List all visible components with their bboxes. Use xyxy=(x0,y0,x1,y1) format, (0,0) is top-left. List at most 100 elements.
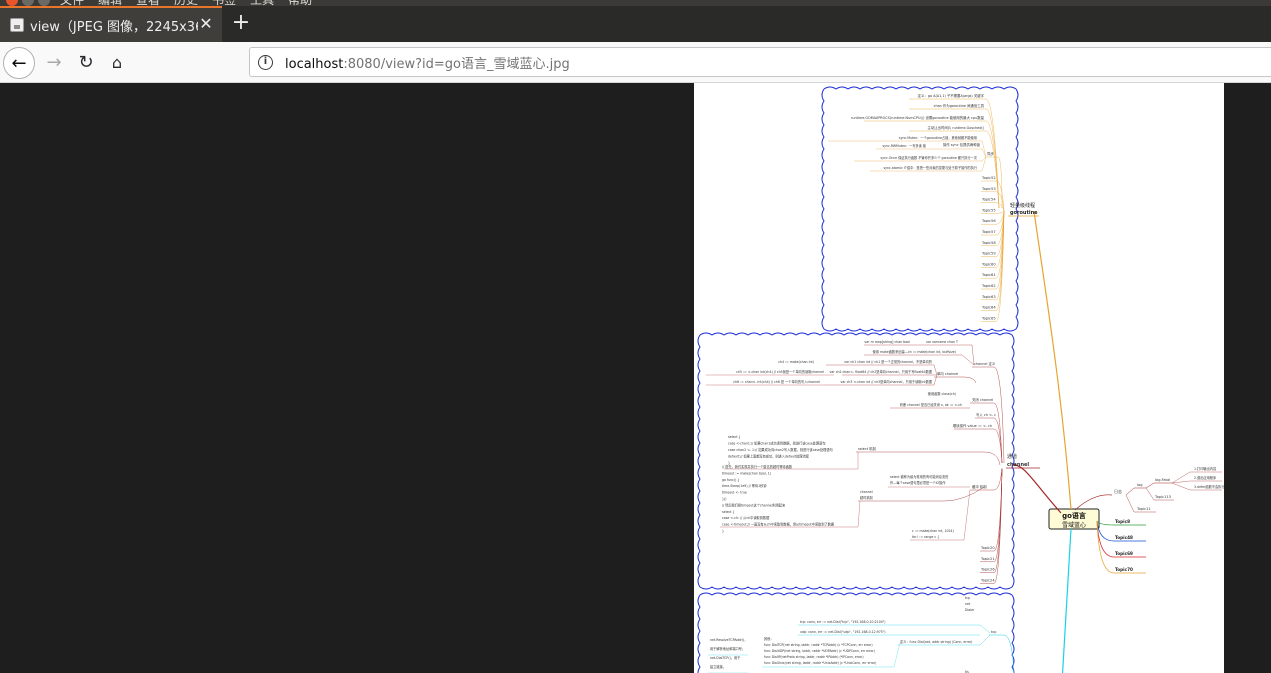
channel-select-code: default:// 如果上面都没有成功，则进入default处理流程 xyxy=(728,454,810,459)
goroutine-sync-item: sync.Once 保证执行函数 不管你开多少个 goroutine 都只执行一… xyxy=(881,155,978,160)
goroutine-sync-pkg: 操作 sync 包提供两种锁 xyxy=(943,142,981,147)
channel-timeout-code: time.Sleep(1e9) // 等待1秒钟 xyxy=(722,483,767,488)
image-favicon-icon xyxy=(10,18,24,32)
channel-read-line xyxy=(954,428,1003,464)
goroutine-topic: Topic57 xyxy=(981,230,996,234)
goroutine-label: 轻量级线程 xyxy=(1010,202,1035,209)
log-fatal-item-line xyxy=(1171,480,1222,484)
goroutine-topic: Topic62 xyxy=(981,284,996,288)
reload-icon: ↻ xyxy=(78,52,94,73)
channel-oneway-item: var ch2 chan<- float64 // ch2是单向channel，… xyxy=(830,369,933,374)
mindmap-image[interactable]: go语言 雪域蓝心 轻量级线程 goroutine 定义：go A(A1,1) 子不需要… xyxy=(694,83,1224,673)
channel-buffer-text: 作—每个case语句里必须是一个IO操作 xyxy=(890,480,946,485)
channel-close-item: 判断 channel 是否已经关闭 x, ok := <-ch xyxy=(900,402,962,407)
channel-range: c := make(chan int, 1024) xyxy=(912,529,954,533)
image-viewer: go语言 雪域蓝心 轻量级线程 goroutine 定义：go A(A1,1) 子不需要… xyxy=(0,83,1271,673)
channel-timeout-line xyxy=(858,486,985,502)
channel-timeout-code: case <-ch: // 从ch中读取到数据 xyxy=(722,515,770,520)
net-top-label: tcp xyxy=(965,596,970,600)
channel-timeout-code: } xyxy=(722,529,724,533)
forward-button[interactable]: → xyxy=(42,51,66,75)
channel-read: 顺读操作 value := <- ch xyxy=(953,423,992,428)
channel-close-line xyxy=(970,402,1003,464)
info-icon[interactable]: i xyxy=(258,54,273,70)
goroutine-sync-item: sync.RWMutex：一写多读 锁 xyxy=(882,143,926,148)
goroutine-item: 主动让出时间片 runtime.Gosched() xyxy=(927,125,984,130)
channel-oneway-item: var ch3 <-chan int // ch3是单向channel，只用于读… xyxy=(840,379,932,384)
reload-button[interactable]: ↻ xyxy=(74,51,98,75)
channel-select-code: case <-chan1:// 如果chan1成功读到数据，则进行该case处理… xyxy=(728,441,825,446)
goroutine-topic: Topic55 xyxy=(981,208,996,212)
url-path: :8080/view?id=go语言_雪域蓝心.jpg xyxy=(343,56,570,72)
url-text[interactable]: localhost:8080/view?id=go语言_雪域蓝心.jpg xyxy=(285,53,570,72)
channel-write: 写入 ch <- c xyxy=(976,412,996,417)
right-topic: Topic48 xyxy=(1115,535,1133,540)
net-item: udp: conn, err := net.Dial("udp", "192.1… xyxy=(800,630,886,634)
channel-topic: Topic24 xyxy=(980,578,995,582)
channel-topic: Topic21 xyxy=(980,557,995,561)
net-top-label: Dialer xyxy=(965,608,975,612)
channel-timeout-code: // 首先，我们实现并执行一个匿名的超时等待函数 xyxy=(722,464,793,469)
log-sub-line xyxy=(1125,487,1146,496)
channel-trunk xyxy=(1011,464,1062,514)
channel-select-code: case chan2 <- 1:// 如果成功向chan2写入数据，则进行该ca… xyxy=(728,447,833,452)
goroutine-label-en: goroutine xyxy=(1010,210,1038,216)
goroutine-sync-label: 同步 xyxy=(987,151,994,156)
goroutine-topic: Topic60 xyxy=(981,262,996,266)
right-topic: Topic69 xyxy=(1115,551,1133,556)
net-func-item: func DialTCP(net string, laddr, raddr *T… xyxy=(764,643,873,647)
home-icon: ⌂ xyxy=(111,53,123,72)
channel-label-en: channel xyxy=(1007,462,1029,468)
url-bar[interactable]: i localhost:8080/view?id=go语言_雪域蓝心.jpg xyxy=(249,47,1271,77)
channel-range: for i := range c { xyxy=(912,535,939,539)
goroutine-sync-item: sync.Mutex：一个goroutine占锁，其他就都不能使用 xyxy=(899,135,977,140)
log-sub-label: log xyxy=(1137,483,1142,487)
net-top-label: net xyxy=(965,602,971,606)
channel-oneway-item: var ch1 chan int // ch1 是一个正常的channel，不是… xyxy=(844,359,932,364)
goroutine-sync-item: sync.atomic 介绍中：是把一些对象的变更与处于原子操作的执行 xyxy=(883,165,977,170)
tab-strip: view（JPEG 图像，2245x3688 ✕ + xyxy=(0,6,1271,42)
channel-timeout-code: timeout := make(chan bool, 1) xyxy=(722,471,771,475)
channel-buffer-text: select 被称为最为常用的有可能消息流的 xyxy=(890,474,948,479)
navigation-bar: ← → ↻ ⌂ i localhost:8080/view?id=go语言_雪域… xyxy=(0,42,1271,83)
net-func-item: func DialIP(netProto string, laddr, radd… xyxy=(764,655,864,659)
net-label: tcp xyxy=(991,630,996,634)
channel-buffer-label: 缓冲 机制 xyxy=(972,484,987,489)
close-icon[interactable]: ✕ xyxy=(198,16,214,32)
log-fatal-item: 1.打印输出内容 xyxy=(1194,466,1217,471)
channel-define-item: var varname chan T xyxy=(926,340,958,344)
channel-topic-line xyxy=(980,468,1003,552)
channel-close-item: 使用函数 close(ch) xyxy=(928,391,956,396)
log-label: 日志 xyxy=(1114,488,1122,494)
arrow-right-icon: → xyxy=(46,52,62,73)
root-title: go语言 xyxy=(1062,511,1086,520)
channel-define-item: var m map[string] chan bool xyxy=(864,340,910,344)
channel-timeout-code: go func() { xyxy=(722,478,739,482)
home-button[interactable]: ⌂ xyxy=(105,51,129,75)
log-topic11: Topic11 xyxy=(1136,507,1151,511)
right-topic: Topic8 xyxy=(1115,519,1130,524)
tab-view-image[interactable]: view（JPEG 图像，2245x3688 ✕ xyxy=(0,6,222,42)
channel-timeout-code: }() xyxy=(722,497,727,501)
log-fatal-item: 3.defer函数不会执行 xyxy=(1194,484,1224,489)
net-funcs-label: 其他： xyxy=(764,636,774,641)
net-left-item: 用于解析地址和端口号； xyxy=(710,646,745,651)
goroutine-item: 定义：go A(A1,1) 子不需要A(args) 关键字 xyxy=(918,93,985,98)
channel-timeout-code: // 然后我们把timeout这个channel利用起来 xyxy=(722,502,786,507)
url-host: localhost xyxy=(285,56,344,72)
channel-label: 通道 xyxy=(1007,453,1017,460)
channel-topic: Topic26 xyxy=(980,568,995,572)
channel-oneway-line xyxy=(934,376,977,384)
back-button[interactable]: ← xyxy=(3,47,35,79)
log-fatal-label: log.Fatal xyxy=(1155,478,1170,482)
log-fatal-line xyxy=(1145,482,1172,489)
arrow-left-icon: ← xyxy=(11,52,27,74)
channel-select-label: select 机制 xyxy=(858,446,877,451)
net-item: tcp: conn, err := net.Dial("tcp", "192.1… xyxy=(800,620,885,624)
channel-timeout-code: case <-timeout:// 一直没有从ch中读取到数据，但从timeou… xyxy=(722,522,835,527)
net-label-line xyxy=(989,634,1015,673)
channel-select-line xyxy=(856,451,1001,466)
plus-icon[interactable]: + xyxy=(230,12,252,34)
channel-oneway-left: ch5 := <-chan int(ch4) // ch5就是一个单向的读取ch… xyxy=(736,369,824,374)
net-define: 定义：func Dial(net, addr string) (Conn, er… xyxy=(900,639,972,644)
